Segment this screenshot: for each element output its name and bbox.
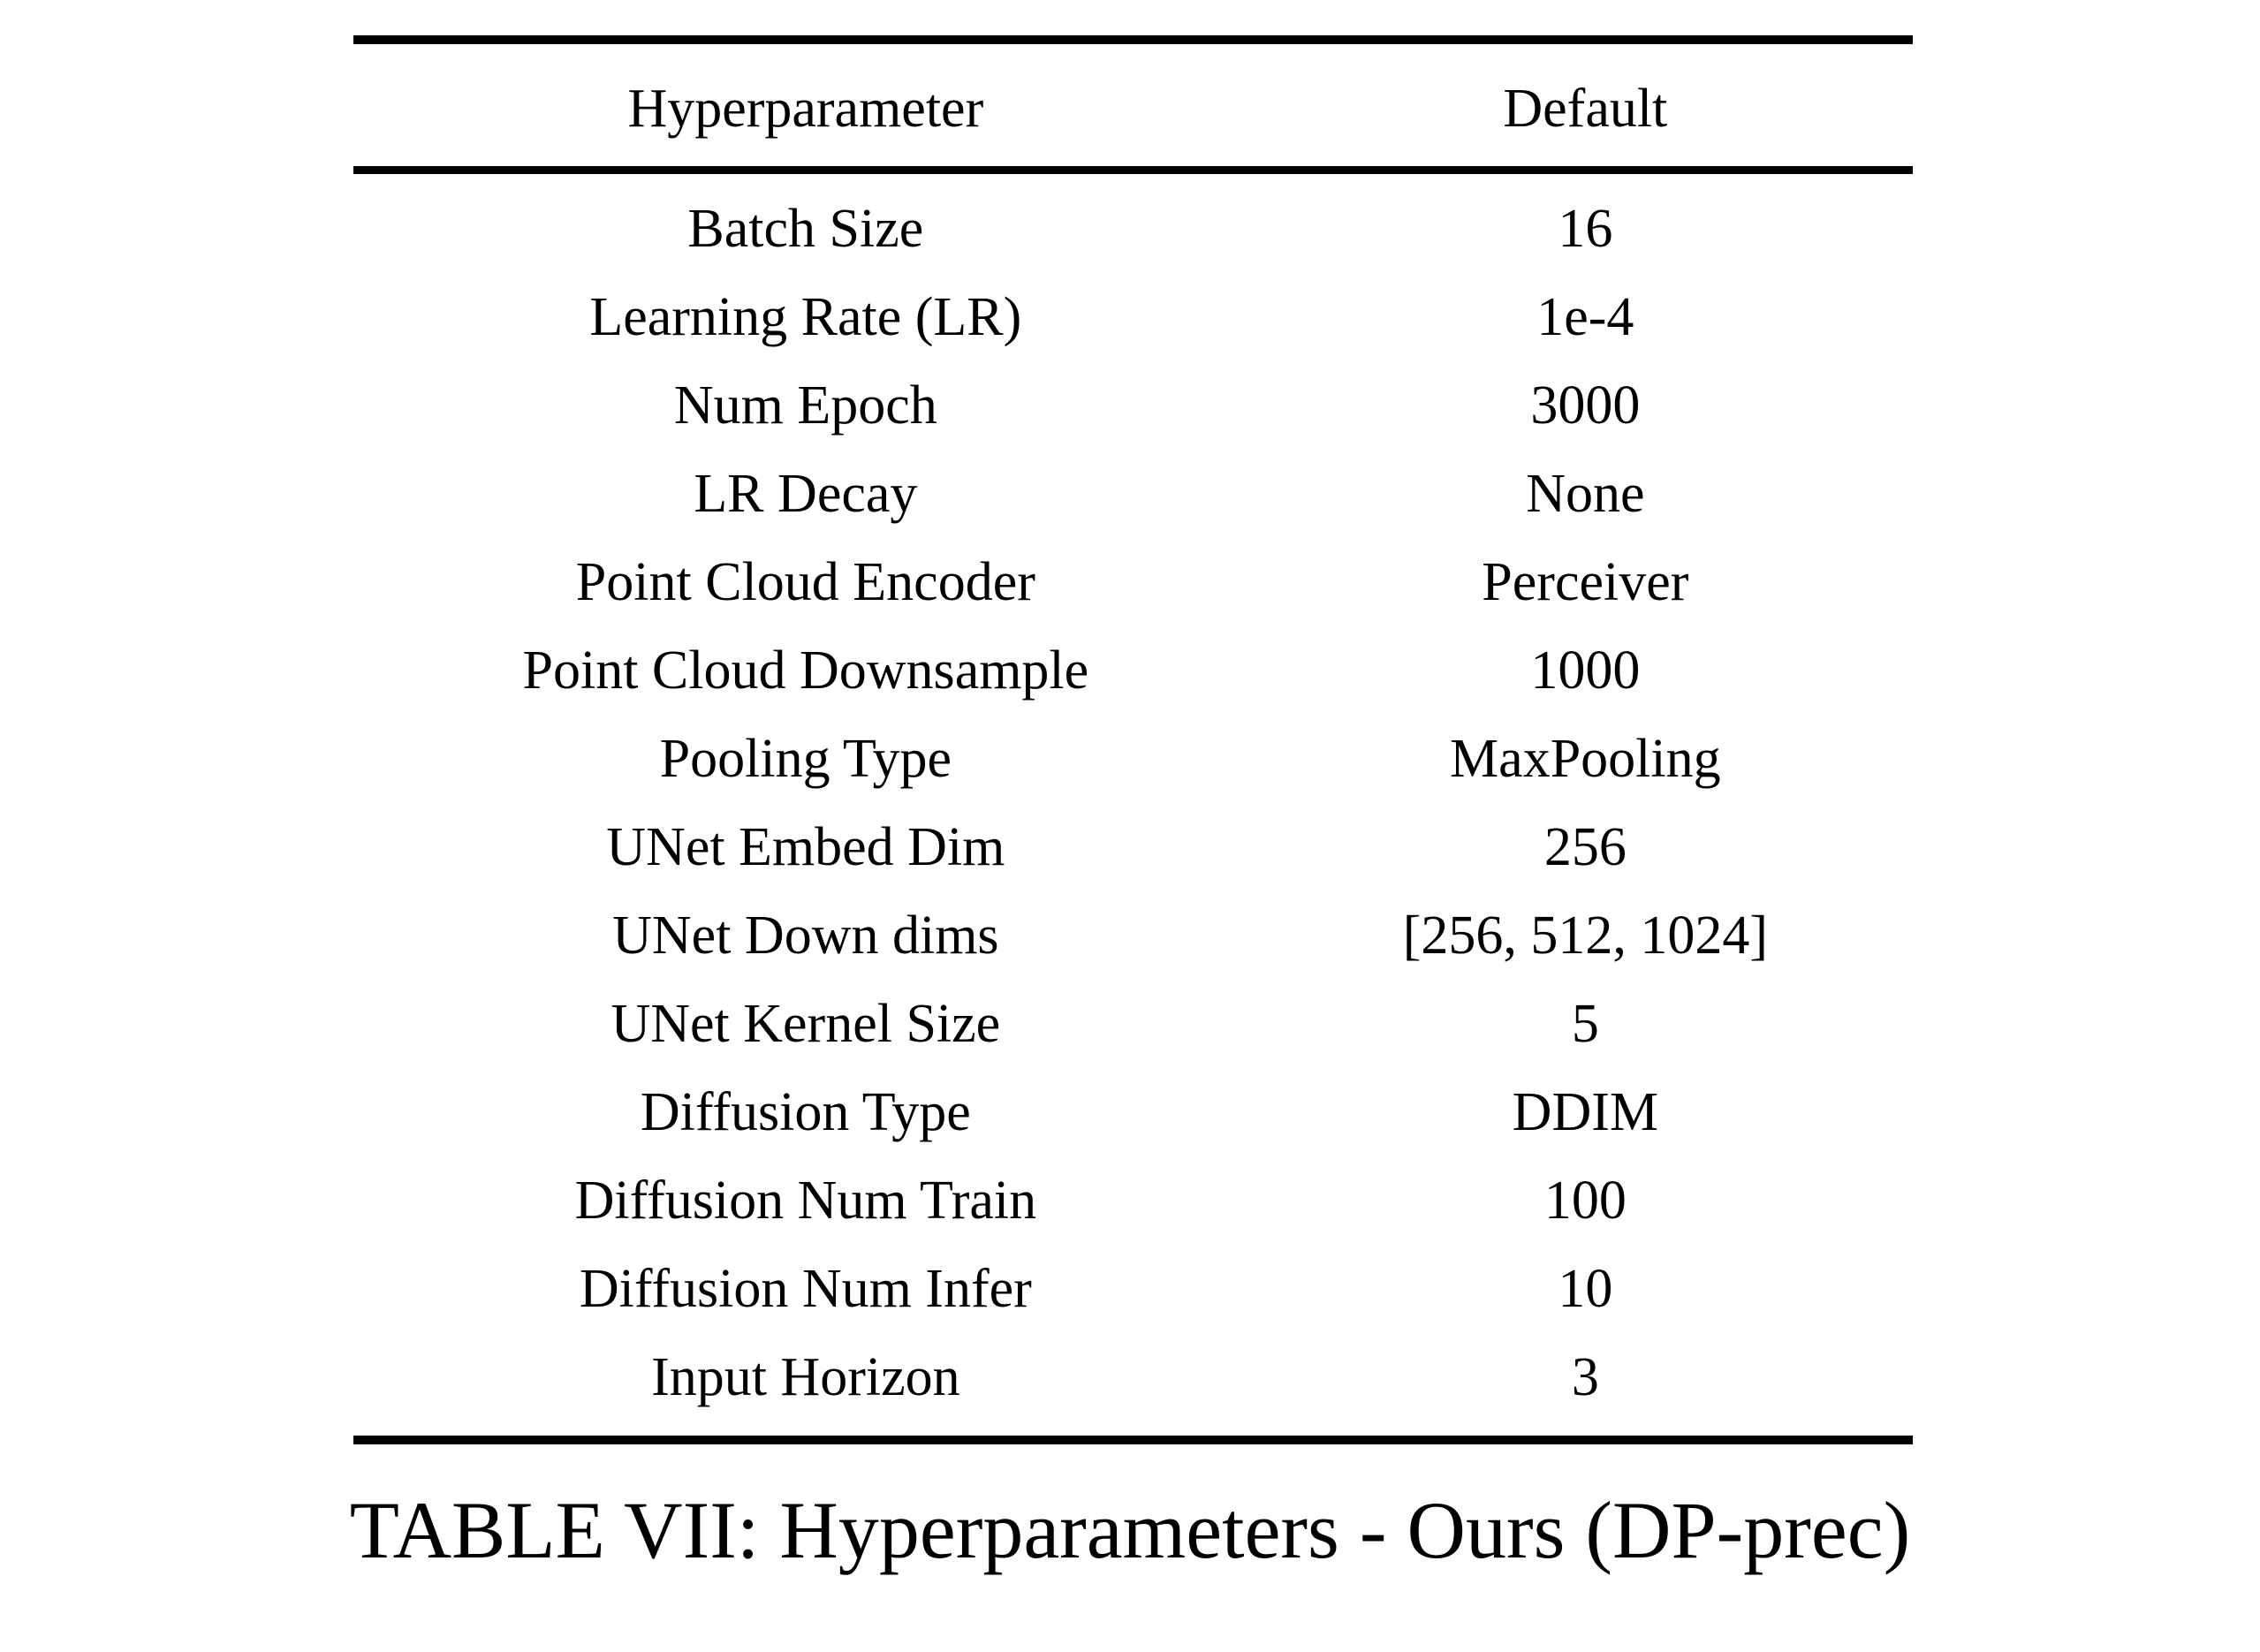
cell-parameter: Pooling Type <box>659 729 952 789</box>
column-header-hyperparameter: Hyperparameter <box>627 79 984 139</box>
table-row: Diffusion Type DDIM <box>353 1068 1913 1156</box>
cell-value: 256 <box>1543 817 1627 877</box>
table-row: UNet Down dims [256, 512, 1024] <box>353 891 1913 980</box>
table-row: Point Cloud Downsample 1000 <box>353 626 1913 715</box>
table-page: Hyperparameter Default Batch Size 16 Lea… <box>0 0 2260 1652</box>
table-row: Diffusion Num Infer 10 <box>353 1245 1913 1333</box>
cell-value: 3000 <box>1530 375 1641 436</box>
hyperparameter-table: Hyperparameter Default <box>353 57 1913 161</box>
cell-value: 1000 <box>1530 640 1641 701</box>
hyperparameter-table-block: Hyperparameter Default Batch Size 16 Lea… <box>353 35 1913 1444</box>
cell-parameter: Point Cloud Downsample <box>522 640 1089 701</box>
body-top-spacer <box>353 174 1913 185</box>
hyperparameter-table-body: Batch Size 16 Learning Rate (LR) 1e-4 Nu… <box>353 185 1913 1421</box>
cell-value: Perceiver <box>1482 552 1689 612</box>
cell-value: 100 <box>1543 1171 1627 1231</box>
table-row: UNet Kernel Size 5 <box>353 980 1913 1068</box>
table-row: Pooling Type MaxPooling <box>353 715 1913 803</box>
table-top-rule <box>353 35 1913 44</box>
cell-parameter: UNet Down dims <box>612 906 999 966</box>
table-body: Batch Size 16 Learning Rate (LR) 1e-4 Nu… <box>353 185 1913 1421</box>
table-row: Num Epoch 3000 <box>353 361 1913 450</box>
table-header: Hyperparameter Default <box>353 57 1913 161</box>
column-header-default: Default <box>1503 79 1668 139</box>
table-bottom-rule <box>353 1436 1913 1444</box>
cell-value: None <box>1526 464 1645 524</box>
header-top-spacer <box>353 44 1913 57</box>
cell-parameter: Learning Rate (LR) <box>589 287 1022 347</box>
table-row: LR Decay None <box>353 450 1913 538</box>
cell-value: 3 <box>1571 1347 1599 1407</box>
cell-value: DDIM <box>1512 1082 1658 1142</box>
table-caption: TABLE VII: Hyperparameters - Ours (DP-pr… <box>349 1485 1911 1575</box>
table-row: UNet Embed Dim 256 <box>353 803 1913 891</box>
table-header-row: Hyperparameter Default <box>353 57 1913 161</box>
cell-value: 10 <box>1558 1259 1613 1319</box>
cell-value: [256, 512, 1024] <box>1402 906 1768 966</box>
table-row: Diffusion Num Train 100 <box>353 1156 1913 1245</box>
table-row: Learning Rate (LR) 1e-4 <box>353 273 1913 361</box>
cell-parameter: Num Epoch <box>673 375 937 436</box>
cell-value: 5 <box>1571 994 1599 1054</box>
cell-parameter: Point Cloud Encoder <box>575 552 1035 612</box>
table-row: Point Cloud Encoder Perceiver <box>353 538 1913 626</box>
cell-parameter: Input Horizon <box>651 1347 960 1407</box>
cell-parameter: Batch Size <box>687 199 924 259</box>
cell-parameter: LR Decay <box>694 464 918 524</box>
cell-value: MaxPooling <box>1450 729 1721 789</box>
table-row: Input Horizon 3 <box>353 1333 1913 1421</box>
cell-parameter: UNet Kernel Size <box>611 994 1001 1054</box>
cell-parameter: Diffusion Num Train <box>574 1171 1037 1231</box>
cell-parameter: UNet Embed Dim <box>606 817 1005 877</box>
cell-value: 16 <box>1558 199 1613 259</box>
cell-value: 1e-4 <box>1536 287 1634 347</box>
table-row: Batch Size 16 <box>353 185 1913 273</box>
body-bottom-spacer <box>353 1421 1913 1436</box>
table-header-rule <box>353 166 1913 174</box>
cell-parameter: Diffusion Type <box>640 1082 971 1142</box>
cell-parameter: Diffusion Num Infer <box>579 1259 1032 1319</box>
